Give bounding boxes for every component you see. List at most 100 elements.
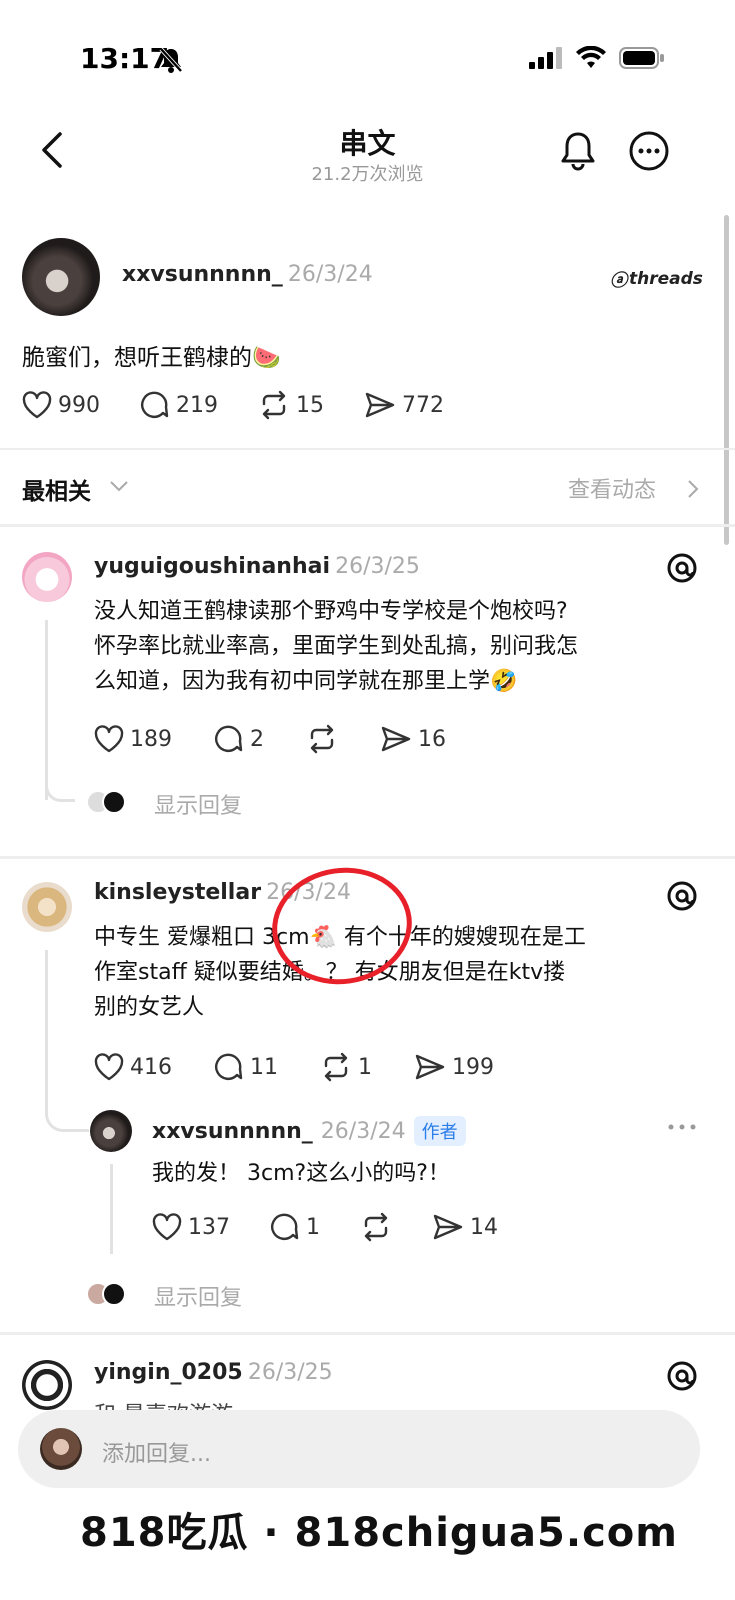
- heart-icon: [22, 391, 52, 419]
- watermelon-emoji: 🍉: [252, 345, 281, 371]
- threads-badge-label: threads: [629, 268, 703, 289]
- comment-text-line: 没人知道王鹤棣读那个野鸡中专学校是个炮校吗?: [94, 599, 568, 624]
- send-icon: [365, 392, 395, 418]
- watermark: 818吃瓜 · 818chigua5.com: [80, 1510, 678, 1556]
- like-count: 137: [188, 1214, 230, 1240]
- threads-badge: ⓐ threads: [610, 266, 703, 292]
- threads-logo-icon: ⓐ: [610, 271, 627, 291]
- comment-text-line: 么知道，因为我有初中同学就在那里上学🤣: [94, 669, 518, 694]
- comment-date: 26/3/25: [335, 554, 420, 579]
- mini-avatar: [102, 790, 126, 814]
- view-activity-link[interactable]: 查看动态: [568, 472, 656, 504]
- repost-button[interactable]: [360, 1212, 392, 1242]
- comment-count: 11: [250, 1054, 278, 1080]
- reply-avatars[interactable]: [86, 790, 126, 814]
- post-header: xxvsunnnnn_ 26/3/24: [122, 262, 373, 287]
- comment-text: 没人知道王鹤棣读那个野鸡中专学校是个炮校吗? 怀孕率比就业率高，里面学生到处乱搞…: [94, 594, 578, 699]
- author-badge: 作者: [413, 1116, 466, 1146]
- comment-icon: [141, 391, 169, 418]
- send-icon: [415, 1054, 445, 1080]
- comment-text-line: 别的女艺人: [94, 995, 205, 1020]
- more-options-button[interactable]: [628, 130, 670, 176]
- comment-header: yuguigoushinanhai 26/3/25: [94, 554, 420, 579]
- avatar[interactable]: [22, 238, 100, 316]
- reply-input-placeholder[interactable]: 添加回复...: [102, 1436, 211, 1468]
- comment-stats: 416 11 1 199: [94, 1052, 494, 1082]
- divider: [0, 524, 735, 527]
- avatar[interactable]: [22, 552, 72, 602]
- repost-count: 15: [296, 392, 324, 418]
- post-stats: 990 219 15 772: [22, 390, 444, 420]
- like-count: 990: [58, 392, 100, 418]
- share-button[interactable]: 14: [432, 1213, 498, 1241]
- divider: [0, 856, 735, 859]
- more-icon: [629, 131, 669, 171]
- like-count: 416: [130, 1054, 172, 1080]
- comment-button[interactable]: 219: [140, 390, 218, 420]
- reply-avatars[interactable]: [86, 1282, 126, 1306]
- divider: [0, 448, 735, 450]
- comment-count: 2: [250, 726, 264, 752]
- sort-dropdown[interactable]: 最相关: [22, 472, 91, 506]
- heart-icon: [152, 1213, 182, 1241]
- comment-count: 1: [306, 1214, 320, 1240]
- comment-icon: [215, 1053, 243, 1080]
- share-count: 772: [402, 392, 444, 418]
- share-button[interactable]: 772: [364, 391, 444, 419]
- comment-button[interactable]: 2: [214, 724, 264, 754]
- heart-icon: [94, 725, 124, 753]
- like-button[interactable]: 189: [94, 725, 172, 753]
- like-button[interactable]: 990: [22, 391, 100, 419]
- avatar: [40, 1428, 82, 1470]
- threads-icon[interactable]: [666, 552, 698, 588]
- page-title: 串文: [339, 127, 396, 160]
- comment-button[interactable]: 11: [214, 1052, 278, 1082]
- comment-button[interactable]: 1: [270, 1212, 320, 1242]
- reply-date: 26/3/24: [320, 1118, 406, 1144]
- repost-button[interactable]: [306, 724, 338, 754]
- wifi-icon: [576, 46, 606, 68]
- avatar[interactable]: [22, 1360, 72, 1410]
- notifications-button[interactable]: [560, 130, 596, 176]
- chevron-right-icon[interactable]: [686, 478, 700, 504]
- divider: [0, 1332, 735, 1335]
- share-button[interactable]: 16: [380, 725, 446, 753]
- avatar[interactable]: [22, 882, 72, 932]
- threads-icon[interactable]: [666, 880, 698, 916]
- repost-button[interactable]: 15: [258, 390, 324, 420]
- comment-date: 26/3/25: [247, 1360, 333, 1385]
- comment-username[interactable]: kinsleystellar: [94, 880, 261, 905]
- repost-count: 1: [358, 1054, 372, 1080]
- signal-icon: [529, 47, 562, 69]
- post-date: 26/3/24: [287, 262, 373, 287]
- comment-icon: [271, 1213, 299, 1240]
- post-text-body: 脆蜜们，想听王鹤棣的: [22, 345, 252, 371]
- battery-icon: [619, 47, 664, 69]
- share-count: 14: [470, 1214, 498, 1240]
- share-button[interactable]: 199: [414, 1053, 494, 1081]
- reply-username[interactable]: xxvsunnnnn_: [152, 1119, 313, 1144]
- show-replies-link[interactable]: 显示回复: [154, 788, 242, 820]
- reply-text: 我的发！ 3cm?这么小的吗?！: [152, 1161, 450, 1186]
- comment-text-line: 怀孕率比就业率高，里面学生到处乱搞，别问我怎: [94, 634, 579, 659]
- repost-icon: [262, 390, 286, 420]
- repost-button[interactable]: 1: [320, 1052, 372, 1082]
- scrollbar[interactable]: [724, 215, 729, 545]
- chevron-down-icon[interactable]: [108, 478, 130, 497]
- like-button[interactable]: 416: [94, 1053, 172, 1081]
- post-username[interactable]: xxvsunnnnn_: [122, 262, 283, 287]
- reply-more-button[interactable]: [666, 1118, 698, 1137]
- thread-connector: [45, 780, 75, 802]
- threads-icon[interactable]: [666, 1360, 698, 1396]
- like-count: 189: [130, 726, 172, 752]
- thread-line: [45, 620, 48, 800]
- comment-username[interactable]: yuguigoushinanhai: [94, 554, 330, 579]
- repost-icon: [310, 724, 334, 754]
- comment-username[interactable]: yingin_0205: [94, 1360, 243, 1385]
- mini-avatar: [102, 1282, 126, 1306]
- comment-count: 219: [176, 392, 218, 418]
- like-button[interactable]: 137: [152, 1213, 230, 1241]
- share-count: 199: [452, 1054, 494, 1080]
- avatar[interactable]: [90, 1110, 132, 1152]
- show-replies-link[interactable]: 显示回复: [154, 1280, 242, 1312]
